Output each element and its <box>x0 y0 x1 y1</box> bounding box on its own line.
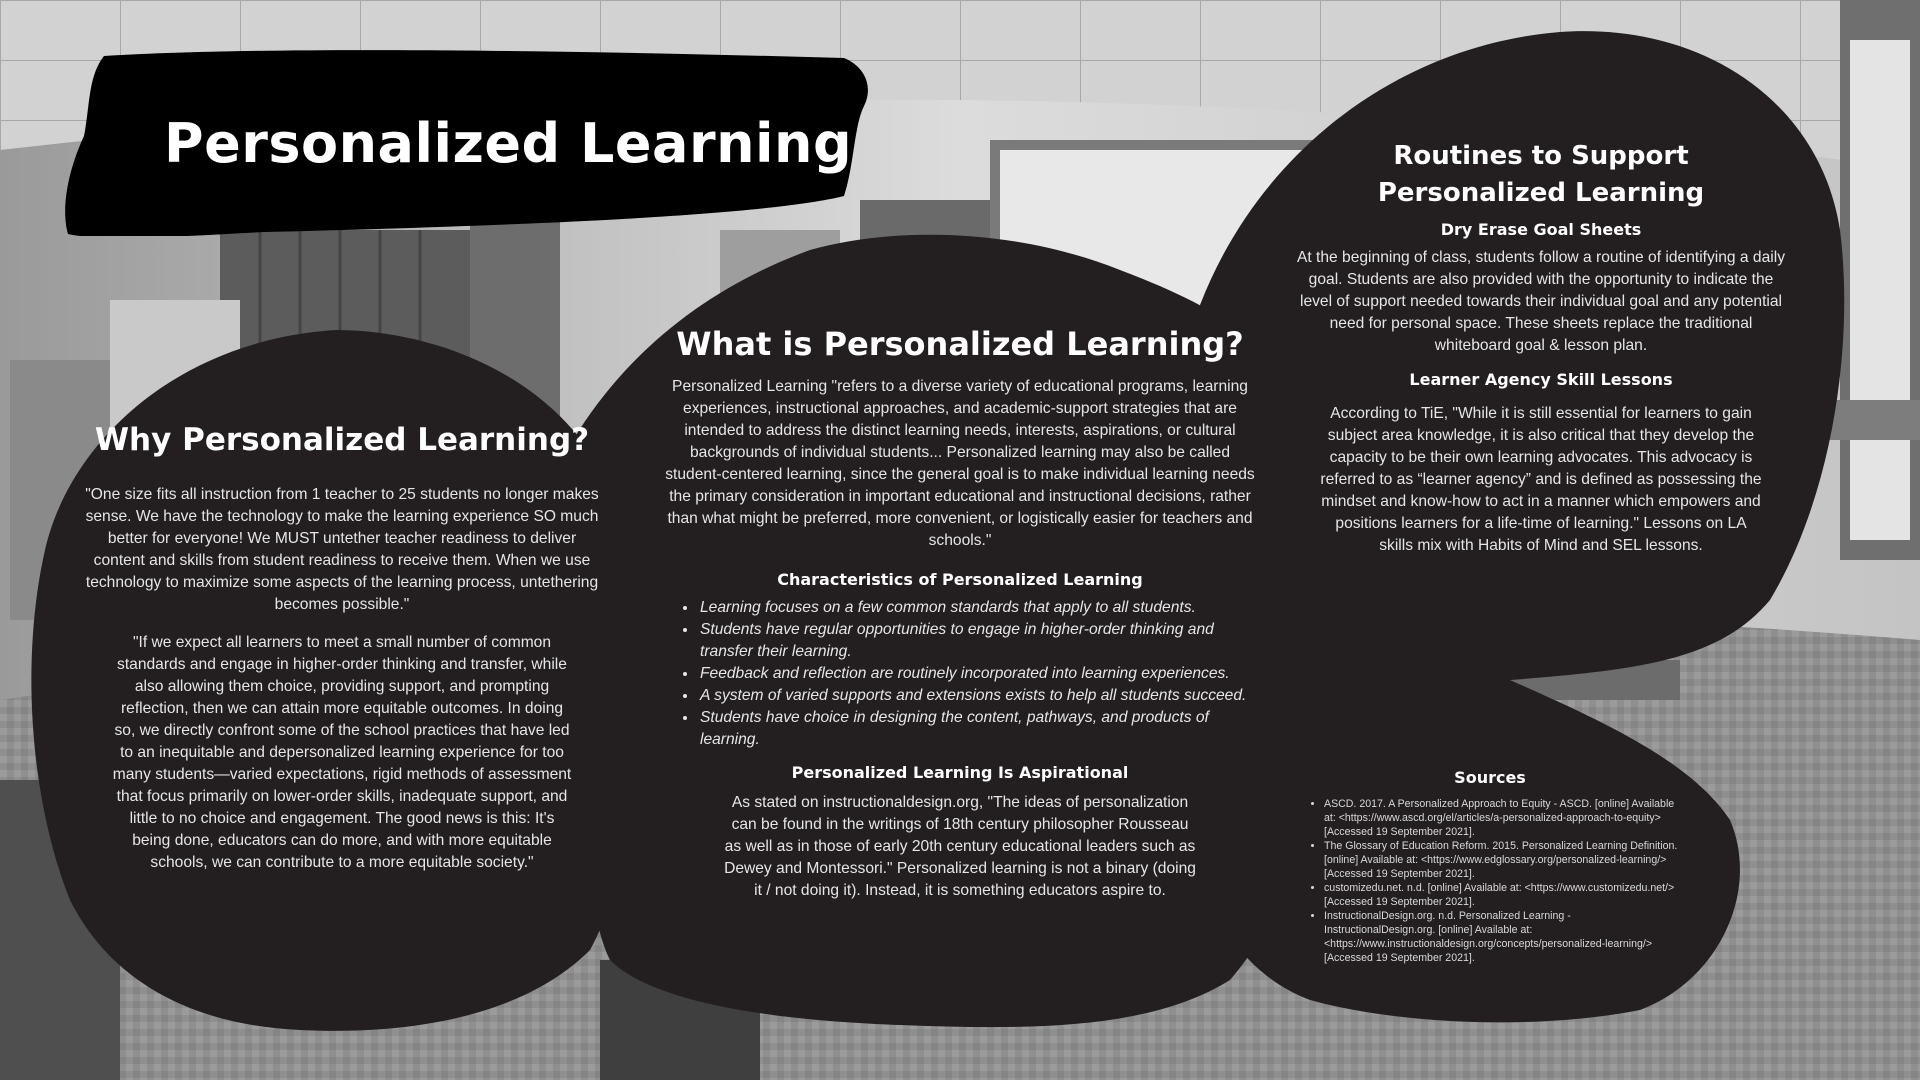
source-item: customizedu.net. n.d. [online] Available… <box>1324 881 1680 909</box>
sources-list: ASCD. 2017. A Personalized Approach to E… <box>1300 797 1680 965</box>
characteristics-list: Learning focuses on a few common standar… <box>664 597 1256 751</box>
list-item: Students have choice in designing the co… <box>698 707 1256 751</box>
source-item: The Glossary of Education Reform. 2015. … <box>1324 839 1680 881</box>
page-title: Personalized Learning <box>164 112 853 175</box>
dry-erase-goal-sheets-heading: Dry Erase Goal Sheets <box>1440 220 1642 239</box>
what-is-personalized-learning-panel: What is Personalized Learning? Personali… <box>664 322 1256 902</box>
routines-heading: Routines to Support Personalized Learnin… <box>1377 141 1705 208</box>
aspirational-text: As stated on instructionaldesign.org, "T… <box>724 794 1196 899</box>
list-item: A system of varied supports and extensio… <box>698 685 1256 707</box>
aspirational-heading: Personalized Learning Is Aspirational <box>791 763 1129 782</box>
list-item: Learning focuses on a few common standar… <box>698 597 1256 619</box>
why-quote-1: "One size fits all instruction from 1 te… <box>85 486 599 613</box>
learner-agency-heading: Learner Agency Skill Lessons <box>1409 370 1673 389</box>
characteristics-heading: Characteristics of Personalized Learning <box>777 570 1143 589</box>
list-item: Students have regular opportunities to e… <box>698 619 1256 663</box>
sources-heading: Sources <box>1454 768 1526 787</box>
source-item: ASCD. 2017. A Personalized Approach to E… <box>1324 797 1680 839</box>
title-banner: Personalized Learning <box>64 46 874 236</box>
list-item: Feedback and reflection are routinely in… <box>698 663 1256 685</box>
learner-agency-text: According to TiE, "While it is still ess… <box>1320 405 1762 554</box>
dry-erase-goal-sheets-text: At the beginning of class, students foll… <box>1296 249 1786 354</box>
why-quote-2: "If we expect all learners to meet a sma… <box>112 634 572 871</box>
what-definition: Personalized Learning "refers to a diver… <box>665 378 1255 549</box>
source-item: InstructionalDesign.org. n.d. Personaliz… <box>1324 909 1680 965</box>
what-heading: What is Personalized Learning? <box>676 325 1244 363</box>
why-personalized-learning-panel: Why Personalized Learning? "One size fit… <box>82 418 602 874</box>
sources-panel: Sources ASCD. 2017. A Personalized Appro… <box>1300 768 1680 965</box>
routines-panel: Routines to Support Personalized Learnin… <box>1296 138 1786 557</box>
why-heading: Why Personalized Learning? <box>94 422 590 458</box>
